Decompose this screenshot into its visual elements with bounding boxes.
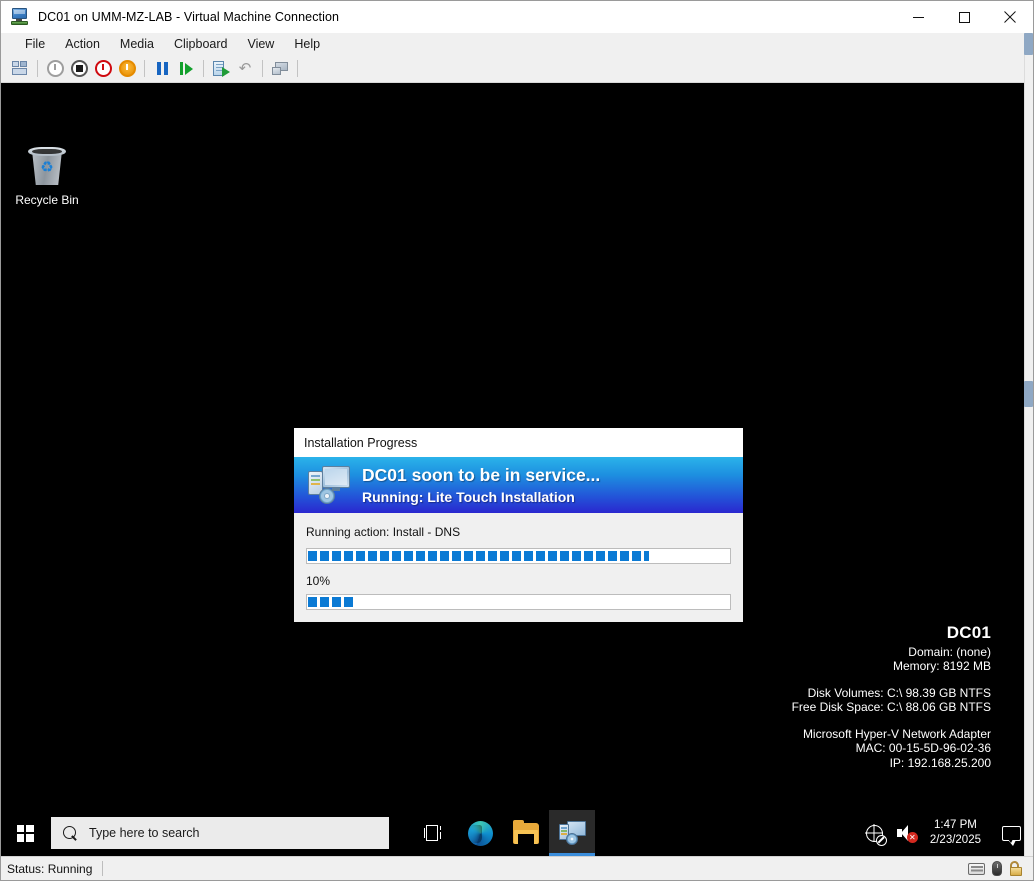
bginfo-domain: Domain: (none) <box>792 645 991 660</box>
step-progress-bar <box>306 594 731 610</box>
pause-button[interactable] <box>150 57 174 81</box>
deployment-wizard-icon <box>559 821 586 845</box>
bginfo-overlay: DC01 Domain: (none) Memory: 8192 MB Disk… <box>792 623 991 771</box>
reset-icon <box>180 62 193 75</box>
recycle-bin-icon: ♻ <box>26 143 68 187</box>
enhanced-session-icon <box>272 62 289 76</box>
menu-item-clipboard[interactable]: Clipboard <box>164 35 238 54</box>
bginfo-hostname: DC01 <box>792 623 991 643</box>
dialog-subheading: Running: Lite Touch Installation <box>362 488 600 506</box>
scrollbar-thumb-secondary[interactable] <box>1024 381 1033 407</box>
clock-date: 2/23/2025 <box>930 833 981 848</box>
start-button[interactable] <box>1 810 49 856</box>
taskbar-item-microsoft-edge[interactable] <box>457 810 503 856</box>
checkpoint-icon <box>213 61 229 77</box>
search-icon <box>63 826 78 841</box>
search-input[interactable]: Type here to search <box>51 817 389 849</box>
bginfo-mac: MAC: 00-15-5D-96-02-36 <box>792 741 991 756</box>
toolbar-separator <box>37 60 38 77</box>
volume-muted-icon[interactable]: ✕ <box>897 825 916 841</box>
vm-screen[interactable]: ♻ Recycle Bin DC01 Domain: (none) Memory… <box>1 83 1033 856</box>
status-bar-icons <box>968 861 1033 876</box>
unlocked-lock-icon <box>1009 861 1023 876</box>
ctrl-alt-delete-icon <box>12 61 28 76</box>
menu-item-file[interactable]: File <box>15 35 55 54</box>
bginfo-adapter: Microsoft Hyper-V Network Adapter <box>792 727 991 742</box>
maximize-button[interactable] <box>941 1 987 33</box>
desktop-icon-recycle-bin[interactable]: ♻ Recycle Bin <box>11 143 83 207</box>
menu-item-view[interactable]: View <box>237 35 284 54</box>
start-button-toolbar[interactable] <box>43 57 67 81</box>
overall-progress-bar <box>306 548 731 564</box>
shut-down-icon <box>95 60 112 77</box>
microsoft-edge-icon <box>468 821 493 846</box>
search-placeholder: Type here to search <box>89 826 199 840</box>
windows-logo-icon <box>17 825 34 842</box>
save-state-button[interactable] <box>115 57 139 81</box>
bginfo-free-disk-space: Free Disk Space: C:\ 88.06 GB NTFS <box>792 700 991 715</box>
dialog-banner: DC01 soon to be in service... Running: L… <box>294 457 743 513</box>
status-bar: Status: Running <box>1 856 1033 880</box>
shut-down-button[interactable] <box>91 57 115 81</box>
taskbar-item-file-explorer[interactable] <box>503 810 549 856</box>
installation-progress-dialog: Installation Progress DC01 soon to be in… <box>293 427 744 623</box>
mouse-capture-icon <box>992 861 1002 876</box>
pause-icon <box>157 62 168 75</box>
bginfo-ip: IP: 192.168.25.200 <box>792 756 991 771</box>
close-button[interactable] <box>987 1 1033 33</box>
network-no-internet-icon[interactable] <box>866 825 883 842</box>
virtual-machine-icon <box>10 7 30 27</box>
overall-progress-fill <box>308 551 649 561</box>
window-controls <box>895 1 1033 33</box>
ctrl-alt-delete-button[interactable] <box>8 57 32 81</box>
start-icon <box>47 60 64 77</box>
deployment-computer-cd-icon <box>308 466 350 504</box>
menu-item-help[interactable]: Help <box>284 35 330 54</box>
toolbar: ↶ <box>1 55 1033 83</box>
vmconnect-window: DC01 on UMM-MZ-LAB - Virtual Machine Con… <box>0 0 1034 881</box>
dialog-heading: DC01 soon to be in service... <box>362 465 600 486</box>
menu-bar: File Action Media Clipboard View Help <box>1 33 1033 55</box>
toolbar-separator <box>297 60 298 77</box>
menu-item-action[interactable]: Action <box>55 35 110 54</box>
revert-button[interactable]: ↶ <box>233 57 257 81</box>
enhanced-session-button[interactable] <box>268 57 292 81</box>
file-explorer-icon <box>513 823 539 844</box>
toolbar-separator <box>203 60 204 77</box>
menu-item-media[interactable]: Media <box>110 35 164 54</box>
reset-button[interactable] <box>174 57 198 81</box>
keyboard-capture-icon <box>968 863 985 875</box>
taskbar-clock[interactable]: 1:47 PM 2/23/2025 <box>926 818 991 848</box>
dialog-title: Installation Progress <box>294 428 743 457</box>
taskbar-apps <box>411 810 595 856</box>
turn-off-icon <box>71 60 88 77</box>
save-state-icon <box>119 60 136 77</box>
window-titlebar[interactable]: DC01 on UMM-MZ-LAB - Virtual Machine Con… <box>1 1 1033 33</box>
minimize-button[interactable] <box>895 1 941 33</box>
bginfo-disk-volumes: Disk Volumes: C:\ 98.39 GB NTFS <box>792 686 991 701</box>
action-center-icon <box>1002 826 1021 841</box>
toolbar-separator <box>144 60 145 77</box>
window-title: DC01 on UMM-MZ-LAB - Virtual Machine Con… <box>38 10 339 24</box>
bginfo-memory: Memory: 8192 MB <box>792 659 991 674</box>
toolbar-separator <box>262 60 263 77</box>
dialog-body: Running action: Install - DNS 10% <box>294 513 743 622</box>
percent-label: 10% <box>306 574 731 588</box>
clock-time: 1:47 PM <box>930 818 981 833</box>
task-view-icon <box>424 825 444 841</box>
taskbar-item-task-view[interactable] <box>411 810 457 856</box>
windows-taskbar: Type here to search <box>1 810 1033 856</box>
step-progress-fill <box>308 597 354 607</box>
taskbar-item-deployment-wizard[interactable] <box>549 810 595 856</box>
desktop-icon-label: Recycle Bin <box>15 193 78 207</box>
turn-off-button[interactable] <box>67 57 91 81</box>
status-text: Status: Running <box>1 862 102 876</box>
checkpoint-button[interactable] <box>209 57 233 81</box>
system-tray: ✕ 1:47 PM 2/23/2025 <box>858 810 1033 856</box>
revert-icon: ↶ <box>239 61 252 76</box>
scrollbar-thumb[interactable] <box>1024 33 1033 55</box>
vertical-scrollbar[interactable] <box>1024 33 1033 856</box>
status-separator <box>102 861 103 876</box>
running-action-text: Running action: Install - DNS <box>306 525 731 539</box>
